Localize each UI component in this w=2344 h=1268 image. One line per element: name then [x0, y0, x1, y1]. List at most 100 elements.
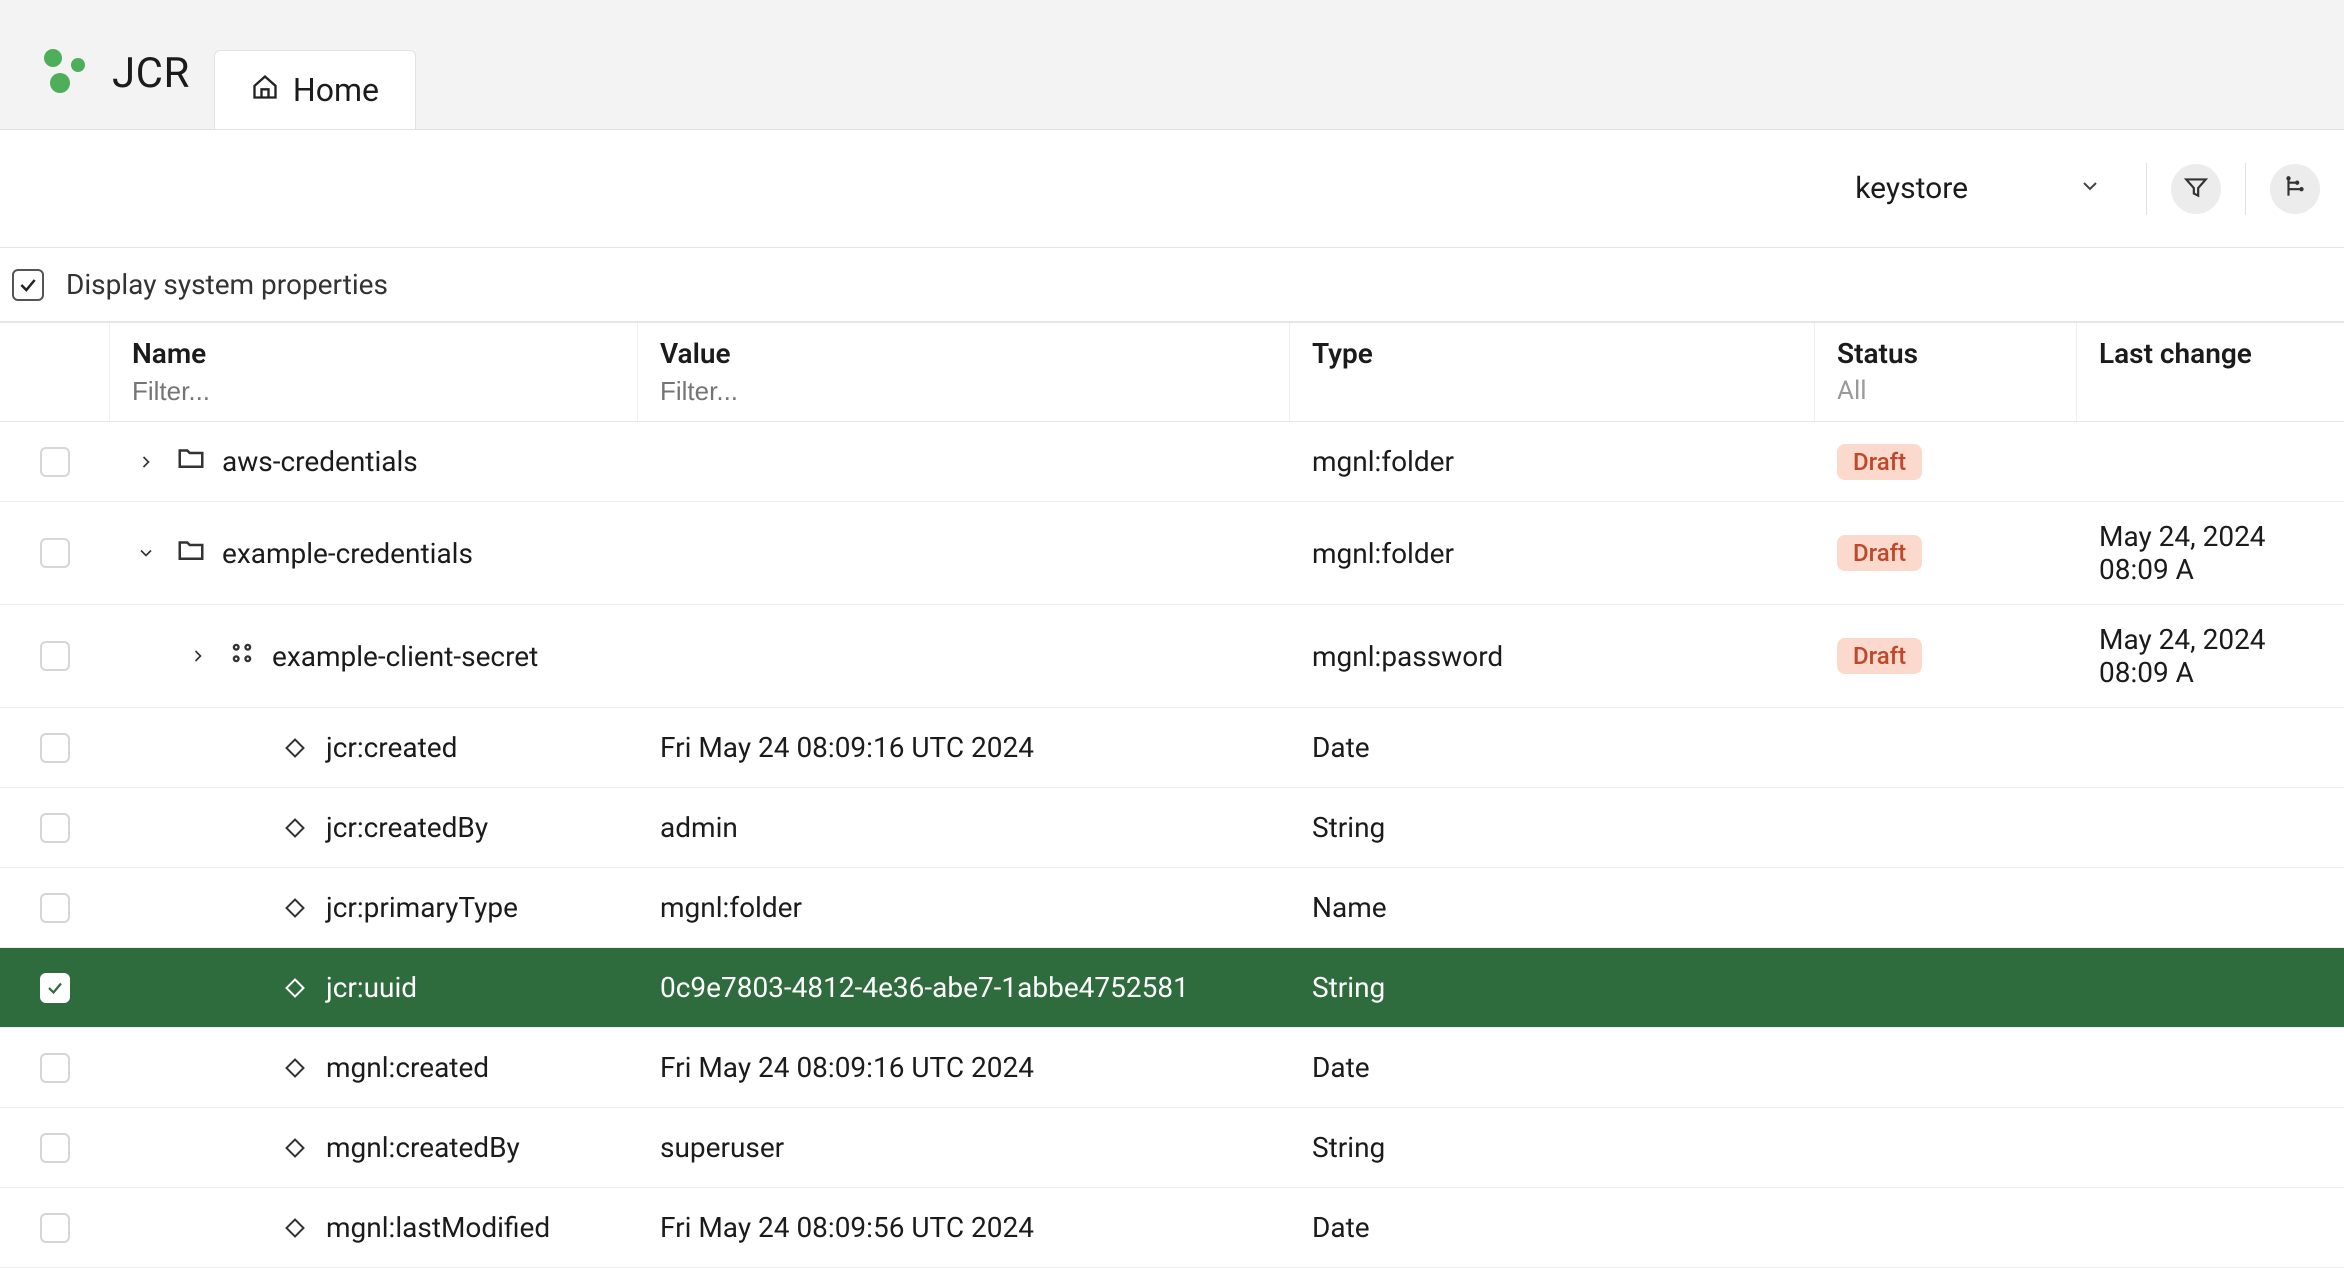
- property-icon: [285, 818, 305, 838]
- col-header-name-label: Name: [132, 337, 615, 370]
- status-badge: Draft: [1837, 444, 1922, 480]
- grid-header: Name Value Type Status All Last change: [0, 322, 2344, 422]
- col-header-checkbox: [0, 323, 110, 421]
- row-last-change-cell: May 24, 2024 08:09 A: [2077, 605, 2344, 707]
- col-header-last-change[interactable]: Last change: [2077, 323, 2344, 421]
- col-header-value[interactable]: Value: [638, 323, 1290, 421]
- row-type-cell: String: [1290, 793, 1815, 862]
- row-name-label: mgnl:createdBy: [326, 1131, 520, 1164]
- row-status-cell: [1815, 1050, 2077, 1086]
- row-checkbox[interactable]: [40, 893, 70, 923]
- row-checkbox[interactable]: [40, 973, 70, 1003]
- row-status-cell: [1815, 890, 2077, 926]
- row-value-label: 0c9e7803-4812-4e36-abe7-1abbe4752581: [660, 971, 1189, 1004]
- row-name-cell: mgnl:createdBy: [110, 1113, 638, 1182]
- status-badge: Draft: [1837, 638, 1922, 674]
- row-status-cell: [1815, 1210, 2077, 1246]
- row-type-label: mgnl:folder: [1312, 537, 1454, 570]
- row-checkbox[interactable]: [40, 538, 70, 568]
- row-last-change-label: May 24, 2024 08:09 A: [2099, 623, 2322, 689]
- table-row[interactable]: mgnl:lastModified Fri May 24 08:09:56 UTC…: [0, 1188, 2344, 1268]
- row-checkbox-cell: [0, 623, 110, 689]
- table-row[interactable]: example-credentials mgnl:folder Draft May 2…: [0, 502, 2344, 605]
- row-checkbox[interactable]: [40, 1213, 70, 1243]
- property-icon: [285, 1138, 305, 1158]
- row-checkbox[interactable]: [40, 1133, 70, 1163]
- row-type-cell: Date: [1290, 713, 1815, 782]
- grid-body: aws-credentialsmgnl:folderDraftexample-c…: [0, 422, 2344, 1268]
- tree-view-button[interactable]: [2270, 164, 2320, 214]
- row-last-change-label: May 24, 2024 08:09 A: [2099, 520, 2322, 586]
- row-name-label: jcr:uuid: [326, 971, 417, 1004]
- system-properties-label: Display system properties: [66, 268, 388, 301]
- table-row[interactable]: example-client-secret mgnl:password Draft M…: [0, 605, 2344, 708]
- row-type-label: mgnl:password: [1312, 640, 1503, 673]
- row-name-cell: jcr:uuid: [110, 953, 638, 1022]
- row-name-cell: mgnl:created: [110, 1033, 638, 1102]
- row-status-cell: Draft: [1815, 426, 2077, 498]
- col-header-name[interactable]: Name: [110, 323, 638, 421]
- table-row[interactable]: mgnl:createdBysuperuserString: [0, 1108, 2344, 1188]
- col-header-type[interactable]: Type: [1290, 323, 1815, 421]
- chevron-down-icon[interactable]: [132, 543, 160, 563]
- table-row[interactable]: jcr:createdFri May 24 08:09:16 UTC 2024D…: [0, 708, 2344, 788]
- row-name-label: example-client-secret: [272, 640, 538, 673]
- row-last-change-cell: [2077, 810, 2344, 846]
- row-type-cell: mgnl:password: [1290, 622, 1815, 691]
- filter-button[interactable]: [2171, 164, 2221, 214]
- row-name-label: jcr:createdBy: [326, 811, 488, 844]
- row-checkbox[interactable]: [40, 1053, 70, 1083]
- row-name-label: mgnl:created: [326, 1051, 489, 1084]
- table-row[interactable]: aws-credentialsmgnl:folderDraft: [0, 422, 2344, 502]
- row-value-label: Fri May 24 08:09:16 UTC 2024: [660, 1051, 1034, 1084]
- status-filter-value[interactable]: All: [1837, 376, 2054, 406]
- row-name-label: example-credentials: [222, 537, 473, 570]
- row-value-label: Fri May 24 08:09:56 UTC 2024: [660, 1211, 1034, 1244]
- col-header-status[interactable]: Status All: [1815, 323, 2077, 421]
- tab-home[interactable]: Home: [214, 50, 416, 129]
- row-checkbox[interactable]: [40, 733, 70, 763]
- table-row[interactable]: mgnl:created Fri May 24 08:09:16 UTC 2024…: [0, 1028, 2344, 1108]
- system-properties-checkbox[interactable]: [12, 269, 44, 301]
- row-status-cell: [1815, 1130, 2077, 1166]
- row-name-cell: mgnl:lastModified: [110, 1193, 638, 1262]
- row-value-cell: admin: [638, 793, 1290, 862]
- chevron-right-icon[interactable]: [132, 452, 160, 472]
- row-name-label: mgnl:lastModified: [326, 1211, 550, 1244]
- folder-icon: [176, 443, 206, 480]
- name-filter-input[interactable]: [132, 376, 615, 407]
- row-status-cell: [1815, 970, 2077, 1006]
- sub-toolbar: keystore: [0, 130, 2344, 248]
- row-type-cell: String: [1290, 953, 1815, 1022]
- row-name-cell: example-client-secret: [110, 621, 638, 692]
- tabs: Home: [214, 50, 416, 129]
- chevron-down-icon: [2078, 171, 2102, 206]
- row-checkbox-cell: [0, 955, 110, 1021]
- row-type-label: String: [1312, 971, 1385, 1004]
- row-status-cell: Draft: [1815, 620, 2077, 692]
- table-row[interactable]: jcr:createdBy admin String: [0, 788, 2344, 868]
- row-last-change-cell: [2077, 444, 2344, 480]
- table-row[interactable]: jcr:uuid 0c9e7803-4812-4e36-abe7-1abbe475…: [0, 948, 2344, 1028]
- password-icon: [228, 639, 256, 674]
- divider: [2245, 163, 2246, 215]
- chevron-right-icon[interactable]: [184, 646, 212, 666]
- app-logo-icon: [40, 45, 92, 101]
- row-type-label: String: [1312, 811, 1385, 844]
- workspace-select[interactable]: keystore: [1835, 161, 2122, 216]
- row-value-cell: superuser: [638, 1113, 1290, 1182]
- property-icon: [285, 738, 305, 758]
- row-name-cell: jcr:created: [110, 713, 638, 782]
- row-checkbox[interactable]: [40, 813, 70, 843]
- table-row[interactable]: jcr:primaryTypemgnl:folderName: [0, 868, 2344, 948]
- status-badge: Draft: [1837, 535, 1922, 571]
- row-last-change-cell: [2077, 1210, 2344, 1246]
- row-checkbox[interactable]: [40, 447, 70, 477]
- home-icon: [251, 71, 279, 109]
- row-checkbox[interactable]: [40, 641, 70, 671]
- divider: [2146, 163, 2147, 215]
- row-checkbox-cell: [0, 1035, 110, 1101]
- filter-icon: [2183, 174, 2209, 204]
- value-filter-input[interactable]: [660, 376, 1267, 407]
- app-header: JCR Home: [0, 0, 2344, 130]
